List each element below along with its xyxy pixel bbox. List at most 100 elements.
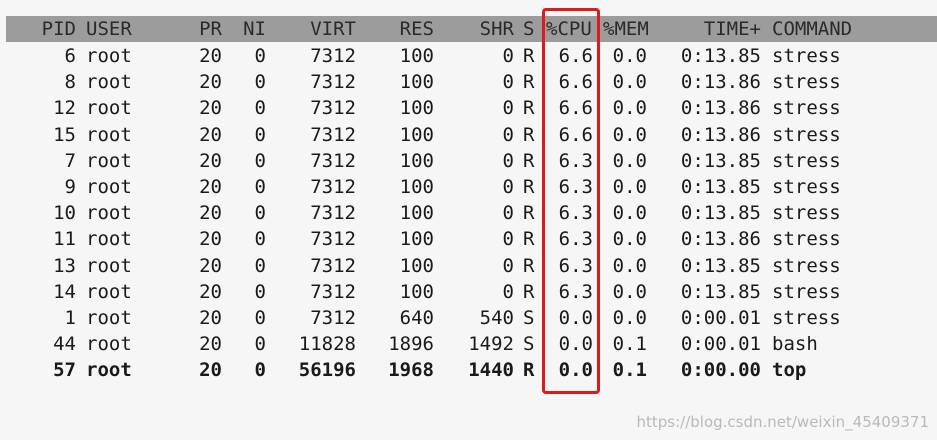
row-user: root [86,176,132,198]
row-time: 0:00.00 [680,359,761,381]
row-virt: 7312 [310,307,356,329]
row-state: R [523,71,535,93]
row-mem: 0.0 [612,71,647,93]
table-row[interactable]: 14 root 20 0 7312 100 0 R 6.3 0.0 0:13.85 stress [0,279,937,305]
row-virt: 7312 [310,281,356,303]
row-mem: 0.0 [612,228,647,250]
row-pid: 9 [64,176,76,198]
header-ni[interactable]: NI [234,16,266,42]
table-row[interactable]: 7 root 20 0 7312 100 0 R 6.3 0.0 0:13.85 stress [0,148,937,174]
row-nice: 0 [254,307,266,329]
row-command: stress [772,255,841,277]
row-shr: 1492 [468,333,514,355]
row-priority: 20 [199,150,222,172]
header-pid[interactable]: PID [20,16,76,42]
row-state: R [523,228,535,250]
table-row[interactable]: 57 root 20 0 56196 1968 1440 R 0.0 0.1 0:00.00 top [0,357,937,383]
row-user: root [86,45,132,67]
row-shr: 0 [502,202,514,224]
row-user: root [86,359,132,381]
row-res: 100 [399,228,434,250]
row-priority: 20 [199,255,222,277]
row-pid: 13 [53,255,76,277]
row-pid: 10 [53,202,76,224]
header-time[interactable]: TIME+ [655,16,761,42]
table-row[interactable]: 13 root 20 0 7312 100 0 R 6.3 0.0 0:13.85 stress [0,253,937,279]
row-priority: 20 [199,359,222,381]
row-virt: 7312 [310,202,356,224]
cpu-column-highlight-box [542,8,600,394]
row-command: top [772,359,807,381]
row-priority: 20 [199,228,222,250]
row-res: 1968 [388,359,434,381]
row-user: root [86,281,132,303]
row-mem: 0.0 [612,124,647,146]
row-priority: 20 [199,124,222,146]
row-user: root [86,124,132,146]
header-command[interactable]: COMMAND [772,16,902,42]
row-user: root [86,255,132,277]
row-pid: 14 [53,281,76,303]
table-row[interactable]: 1 root 20 0 7312 640 540 S 0.0 0.0 0:00.01 stress [0,305,937,331]
row-state: R [523,97,535,119]
table-row[interactable]: 6 root 20 0 7312 100 0 R 6.6 0.0 0:13.85 stress [0,43,937,69]
row-command: stress [772,71,841,93]
row-nice: 0 [254,333,266,355]
row-priority: 20 [199,71,222,93]
row-mem: 0.0 [612,45,647,67]
row-res: 640 [399,307,434,329]
row-command: stress [772,150,841,172]
row-pid: 7 [64,150,76,172]
row-pid: 12 [53,97,76,119]
row-priority: 20 [199,281,222,303]
header-state[interactable]: S [523,16,539,42]
row-shr: 0 [502,281,514,303]
row-user: root [86,228,132,250]
row-mem: 0.0 [612,202,647,224]
row-nice: 0 [254,45,266,67]
row-priority: 20 [199,307,222,329]
row-user: root [86,333,132,355]
header-mem[interactable]: %MEM [603,16,649,42]
row-res: 100 [399,45,434,67]
row-pid: 8 [64,71,76,93]
table-row[interactable]: 10 root 20 0 7312 100 0 R 6.3 0.0 0:13.85 stress [0,200,937,226]
row-state: R [523,150,535,172]
header-virt[interactable]: VIRT [270,16,356,42]
table-row[interactable]: 8 root 20 0 7312 100 0 R 6.6 0.0 0:13.86 stress [0,69,937,95]
row-nice: 0 [254,359,266,381]
table-row[interactable]: 9 root 20 0 7312 100 0 R 6.3 0.0 0:13.85 stress [0,174,937,200]
row-state: R [523,124,535,146]
header-pr[interactable]: PR [170,16,222,42]
row-res: 100 [399,176,434,198]
row-time: 0:13.86 [680,97,761,119]
row-time: 0:13.86 [680,124,761,146]
table-row[interactable]: 15 root 20 0 7312 100 0 R 6.6 0.0 0:13.86 stress [0,122,937,148]
row-time: 0:13.85 [680,281,761,303]
row-time: 0:00.01 [680,333,761,355]
header-user[interactable]: USER [86,16,156,42]
row-user: root [86,202,132,224]
row-pid: 6 [64,45,76,67]
table-row[interactable]: 44 root 20 0 11828 1896 1492 S 0.0 0.1 0:00.01 bash [0,331,937,357]
header-shr[interactable]: SHR [440,16,514,42]
row-time: 0:13.85 [680,202,761,224]
row-pid: 1 [64,307,76,329]
table-row[interactable]: 12 root 20 0 7312 100 0 R 6.6 0.0 0:13.86 stress [0,95,937,121]
row-shr: 1440 [468,359,514,381]
row-res: 100 [399,281,434,303]
row-user: root [86,97,132,119]
row-mem: 0.0 [612,307,647,329]
table-row[interactable]: 11 root 20 0 7312 100 0 R 6.3 0.0 0:13.86 stress [0,226,937,252]
row-priority: 20 [199,333,222,355]
row-command: stress [772,202,841,224]
row-command: stress [772,176,841,198]
row-pid: 11 [53,228,76,250]
row-mem: 0.1 [612,333,647,355]
row-res: 100 [399,124,434,146]
row-state: R [523,202,535,224]
row-nice: 0 [254,176,266,198]
header-res[interactable]: RES [360,16,434,42]
row-time: 0:13.86 [680,71,761,93]
row-mem: 0.0 [612,97,647,119]
